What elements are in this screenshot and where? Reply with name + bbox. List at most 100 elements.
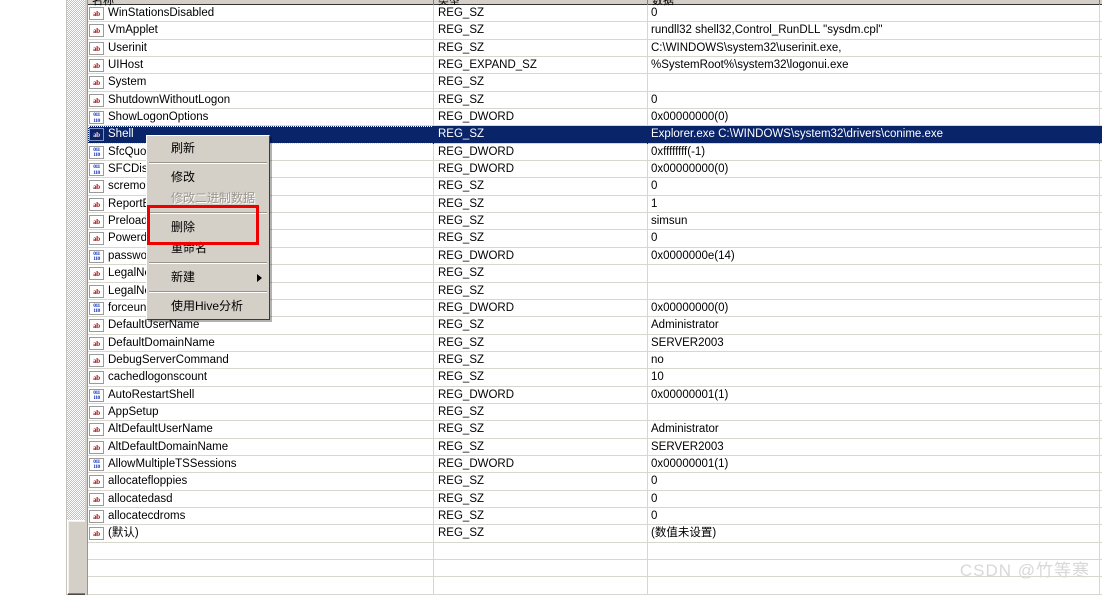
cell-value-data[interactable]: Administrator	[648, 317, 1102, 334]
cell-value-data[interactable]: 0x00000000(0)	[648, 109, 1102, 126]
menu-item-5[interactable]: 删除	[147, 217, 269, 238]
table-row[interactable]: 011110AllowMultipleTSSessionsREG_DWORD0x…	[88, 456, 1102, 473]
cell-value-name[interactable]: AltDefaultUserName	[88, 421, 434, 438]
cell-value-data[interactable]: SERVER2003	[648, 439, 1102, 456]
cell-value-type[interactable]: REG_SZ	[435, 439, 647, 456]
cell-value-type[interactable]: REG_SZ	[435, 473, 647, 490]
table-row[interactable]: abAltDefaultDomainNameREG_SZSERVER2003	[88, 439, 1102, 456]
cell-value-name[interactable]	[88, 560, 434, 577]
cell-value-type[interactable]: REG_SZ	[435, 213, 647, 230]
cell-value-type[interactable]: REG_SZ	[435, 369, 647, 386]
cell-value-type[interactable]: REG_DWORD	[435, 161, 647, 178]
cell-value-type[interactable]: REG_SZ	[435, 317, 647, 334]
cell-value-data[interactable]: 0x00000000(0)	[648, 300, 1102, 317]
cell-value-type[interactable]: REG_SZ	[435, 265, 647, 282]
cell-value-data[interactable]: 0	[648, 473, 1102, 490]
cell-value-type[interactable]: REG_DWORD	[435, 248, 647, 265]
cell-value-data[interactable]: 0	[648, 92, 1102, 109]
cell-value-data[interactable]: SERVER2003	[648, 335, 1102, 352]
cell-value-name[interactable]: AltDefaultDomainName	[88, 439, 434, 456]
menu-item-10[interactable]: 使用Hive分析	[147, 296, 269, 317]
table-row[interactable]: abcachedlogonscountREG_SZ10	[88, 369, 1102, 386]
table-row[interactable]: abAppSetupREG_SZ	[88, 404, 1102, 421]
cell-value-type[interactable]: REG_SZ	[435, 22, 647, 39]
table-row[interactable]: ab(默认)REG_SZ(数值未设置)	[88, 525, 1102, 542]
cell-value-name[interactable]	[88, 577, 434, 594]
table-row[interactable]: 011110AutoRestartShellREG_DWORD0x0000000…	[88, 387, 1102, 404]
cell-value-type[interactable]: REG_SZ	[435, 352, 647, 369]
cell-value-data[interactable]: no	[648, 352, 1102, 369]
menu-item-0[interactable]: 刷新	[147, 138, 269, 159]
cell-value-data[interactable]: 0x00000001(1)	[648, 456, 1102, 473]
table-row[interactable]: aballocatedasdREG_SZ0	[88, 491, 1102, 508]
cell-value-data[interactable]: C:\WINDOWS\system32\userinit.exe,	[648, 40, 1102, 57]
cell-value-data[interactable]: 0	[648, 230, 1102, 247]
cell-value-name[interactable]: cachedlogonscount	[88, 369, 434, 386]
cell-value-data[interactable]	[648, 265, 1102, 282]
cell-value-name[interactable]: allocatecdroms	[88, 508, 434, 525]
menu-item-6[interactable]: 重命名	[147, 238, 269, 259]
cell-value-data[interactable]: 0xffffffff(-1)	[648, 144, 1102, 161]
table-row[interactable]: abUIHostREG_EXPAND_SZ%SystemRoot%\system…	[88, 57, 1102, 74]
cell-value-data[interactable]: 0	[648, 508, 1102, 525]
table-row[interactable]: abDebugServerCommandREG_SZno	[88, 352, 1102, 369]
cell-value-name[interactable]: Userinit	[88, 40, 434, 57]
cell-value-name[interactable]	[88, 543, 434, 560]
table-row[interactable]	[88, 577, 1102, 594]
cell-value-type[interactable]: REG_DWORD	[435, 387, 647, 404]
cell-value-type[interactable]: REG_SZ	[435, 74, 647, 91]
cell-value-name[interactable]: AllowMultipleTSSessions	[88, 456, 434, 473]
cell-value-data[interactable]: 1	[648, 196, 1102, 213]
table-row[interactable]	[88, 560, 1102, 577]
cell-value-name[interactable]: VmApplet	[88, 22, 434, 39]
cell-value-type[interactable]: REG_DWORD	[435, 300, 647, 317]
cell-value-name[interactable]: WinStationsDisabled	[88, 5, 434, 22]
cell-value-type[interactable]: REG_SZ	[435, 404, 647, 421]
cell-value-name[interactable]: ShutdownWithoutLogon	[88, 92, 434, 109]
table-row[interactable]: 011110ShowLogonOptionsREG_DWORD0x0000000…	[88, 109, 1102, 126]
table-row[interactable]: abSystemREG_SZ	[88, 74, 1102, 91]
cell-value-data[interactable]: 0	[648, 491, 1102, 508]
cell-value-name[interactable]: AppSetup	[88, 404, 434, 421]
cell-value-type[interactable]	[435, 543, 647, 560]
cell-value-name[interactable]: DefaultDomainName	[88, 335, 434, 352]
cell-value-type[interactable]: REG_DWORD	[435, 144, 647, 161]
cell-value-type[interactable]	[435, 560, 647, 577]
cell-value-type[interactable]: REG_SZ	[435, 491, 647, 508]
cell-value-data[interactable]: (数值未设置)	[648, 525, 1102, 542]
cell-value-type[interactable]: REG_SZ	[435, 508, 647, 525]
table-row[interactable]: aballocatecdromsREG_SZ0	[88, 508, 1102, 525]
table-row[interactable]: abShutdownWithoutLogonREG_SZ0	[88, 92, 1102, 109]
cell-value-data[interactable]: rundll32 shell32,Control_RunDLL "sysdm.c…	[648, 22, 1102, 39]
cell-value-data[interactable]: Explorer.exe C:\WINDOWS\system32\drivers…	[648, 126, 1102, 143]
cell-value-name[interactable]: System	[88, 74, 434, 91]
cell-value-name[interactable]: UIHost	[88, 57, 434, 74]
table-row[interactable]: abWinStationsDisabledREG_SZ0	[88, 5, 1102, 22]
cell-value-type[interactable]: REG_SZ	[435, 92, 647, 109]
cell-value-type[interactable]	[435, 577, 647, 594]
cell-value-type[interactable]: REG_SZ	[435, 421, 647, 438]
cell-value-type[interactable]: REG_SZ	[435, 126, 647, 143]
cell-value-type[interactable]: REG_SZ	[435, 178, 647, 195]
cell-value-type[interactable]: REG_SZ	[435, 5, 647, 22]
cell-value-name[interactable]: AutoRestartShell	[88, 387, 434, 404]
cell-value-data[interactable]: %SystemRoot%\system32\logonui.exe	[648, 57, 1102, 74]
cell-value-data[interactable]: 0x0000000e(14)	[648, 248, 1102, 265]
table-row[interactable]	[88, 543, 1102, 560]
cell-value-name[interactable]: (默认)	[88, 525, 434, 542]
cell-value-name[interactable]: allocatedasd	[88, 491, 434, 508]
cell-value-data[interactable]	[648, 404, 1102, 421]
cell-value-name[interactable]: DebugServerCommand	[88, 352, 434, 369]
cell-value-data[interactable]: simsun	[648, 213, 1102, 230]
cell-value-data[interactable]: 0	[648, 5, 1102, 22]
menu-item-8[interactable]: 新建	[147, 267, 269, 288]
table-row[interactable]: abVmAppletREG_SZrundll32 shell32,Control…	[88, 22, 1102, 39]
cell-value-type[interactable]: REG_EXPAND_SZ	[435, 57, 647, 74]
cell-value-name[interactable]: allocatefloppies	[88, 473, 434, 490]
context-menu[interactable]: 刷新修改修改二进制数据删除重命名新建使用Hive分析	[146, 135, 270, 320]
cell-value-type[interactable]: REG_SZ	[435, 525, 647, 542]
cell-value-type[interactable]: REG_SZ	[435, 283, 647, 300]
cell-value-type[interactable]: REG_SZ	[435, 40, 647, 57]
cell-value-type[interactable]: REG_SZ	[435, 335, 647, 352]
table-row[interactable]: aballocatefloppiesREG_SZ0	[88, 473, 1102, 490]
